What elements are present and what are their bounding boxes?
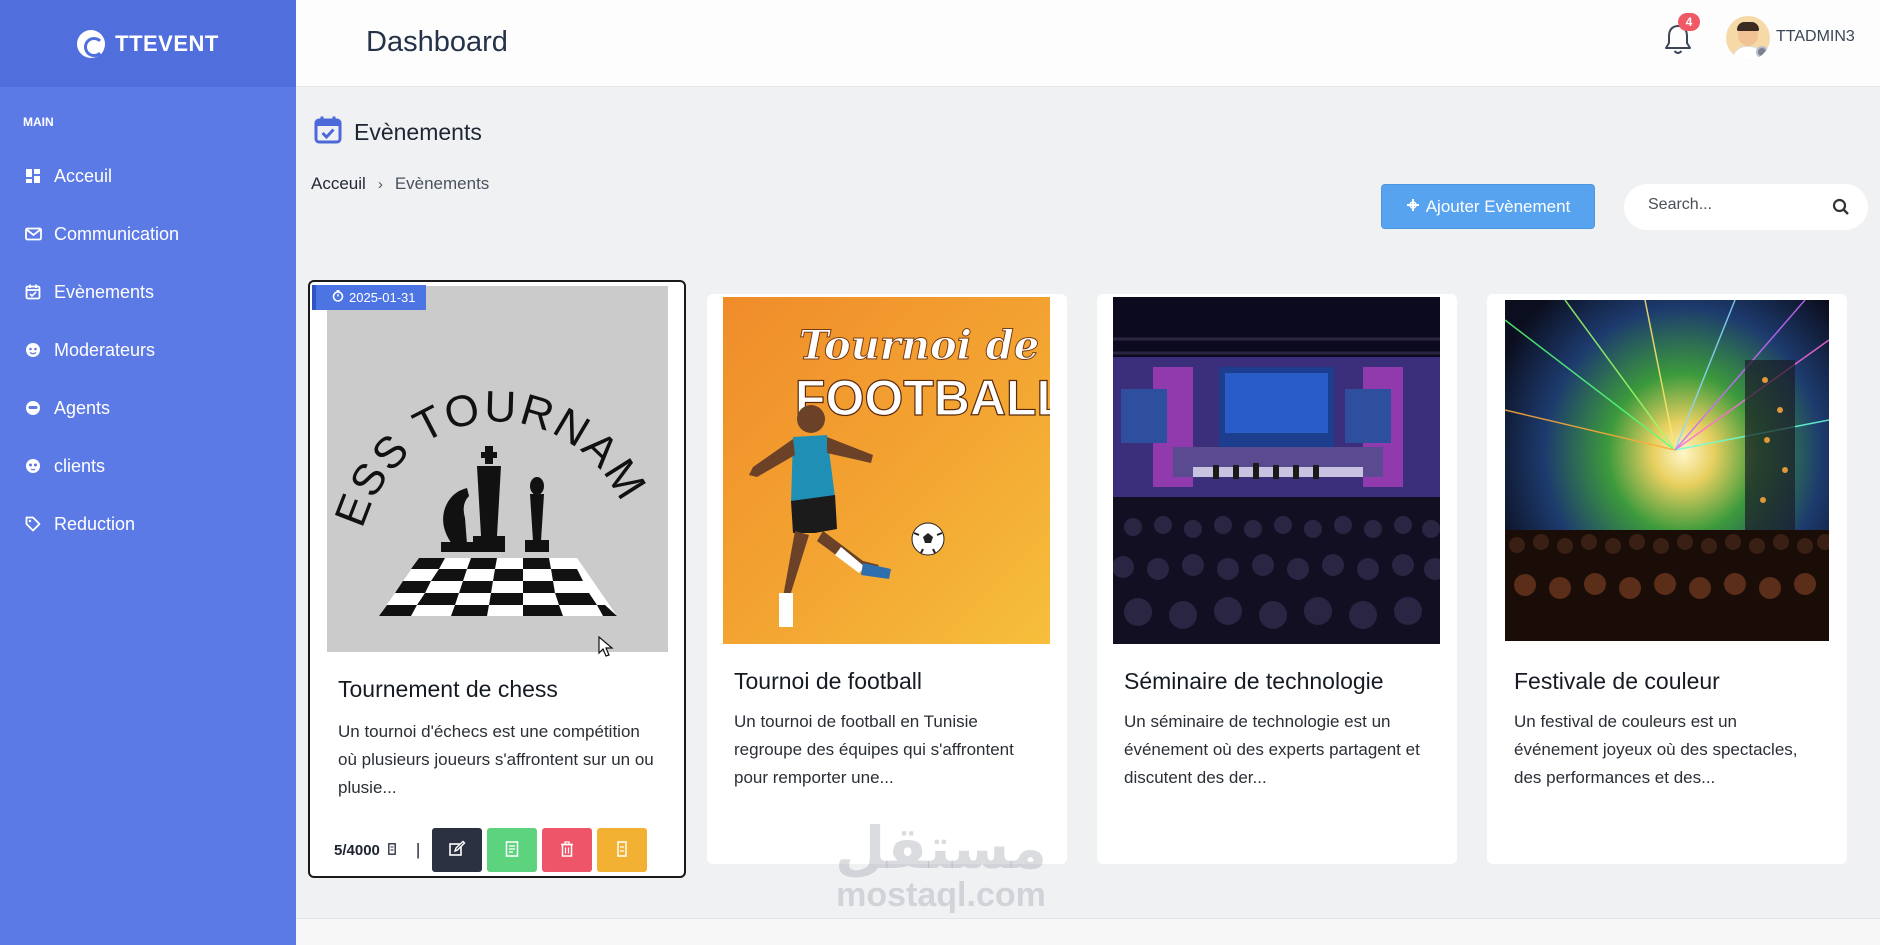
search-box bbox=[1624, 184, 1868, 230]
brand[interactable]: TTEVENT bbox=[0, 0, 296, 87]
calendar-check-icon bbox=[314, 115, 342, 150]
view-details-button[interactable] bbox=[487, 828, 538, 872]
clock-icon bbox=[332, 290, 344, 305]
add-event-label: Ajouter Evènement bbox=[1425, 196, 1571, 216]
settings-gear-icon bbox=[1756, 46, 1768, 58]
event-date-badge: 2025-01-31 bbox=[312, 285, 426, 310]
sidebar-item-moderateurs[interactable]: Moderateurs bbox=[0, 321, 296, 379]
event-title: Séminaire de technologie bbox=[1124, 668, 1384, 694]
event-date: 2025-01-31 bbox=[349, 290, 416, 305]
section-title: Evènements bbox=[354, 119, 482, 145]
event-card[interactable]: Tournoi de FOOTBALL Tournoi de football … bbox=[707, 294, 1067, 864]
content-title-row: Evènements bbox=[314, 115, 482, 150]
sidebar-item-label: Agents bbox=[54, 397, 111, 418]
user-name[interactable]: TTADMIN3 bbox=[1776, 28, 1855, 46]
dashboard-icon bbox=[24, 167, 42, 185]
sidebar-item-label: Communication bbox=[54, 223, 180, 244]
breadcrumb-current: Evènements bbox=[394, 174, 490, 193]
breadcrumb-home-link[interactable]: Acceuil bbox=[311, 174, 366, 194]
event-image-festival bbox=[1505, 300, 1829, 641]
tag-icon bbox=[24, 515, 42, 533]
event-card[interactable]: CHESS TOURNAMENT bbox=[308, 280, 686, 878]
sidebar-item-agents[interactable]: Agents bbox=[0, 379, 296, 437]
client-icon bbox=[24, 457, 42, 475]
sidebar-item-label: Acceuil bbox=[54, 165, 113, 186]
tickets-button[interactable] bbox=[597, 828, 648, 872]
breadcrumb: Acceuil › Evènements bbox=[311, 174, 489, 194]
page-footer bbox=[296, 918, 1880, 945]
event-description: Un tournoi de football en Tunisie regrou… bbox=[734, 712, 1014, 787]
event-image-chess: CHESS TOURNAMENT bbox=[327, 286, 668, 652]
football-image-text-2: FOOTBALL bbox=[795, 370, 1050, 426]
event-title: Festivale de couleur bbox=[1514, 668, 1720, 694]
event-title: Tournement de chess bbox=[338, 676, 558, 702]
watermark: مستقل mostaql.com bbox=[826, 818, 1056, 912]
event-card[interactable]: Festivale de couleur Un festival de coul… bbox=[1487, 294, 1847, 864]
notification-badge: 4 bbox=[1678, 13, 1700, 31]
event-description: Un festival de couleurs est un événement… bbox=[1514, 712, 1798, 787]
footer-divider: | bbox=[415, 840, 421, 859]
agent-icon bbox=[24, 399, 42, 417]
sidebar-item-clients[interactable]: clients bbox=[0, 437, 296, 495]
trash-icon bbox=[560, 840, 574, 860]
sidebar-item-reduction[interactable]: Reduction bbox=[0, 495, 296, 553]
sidebar-item-label: clients bbox=[54, 455, 106, 476]
add-event-button[interactable]: Ajouter Evènement bbox=[1381, 184, 1595, 229]
search-input[interactable] bbox=[1648, 196, 1828, 214]
avatar[interactable] bbox=[1726, 16, 1770, 60]
edit-icon bbox=[448, 840, 466, 861]
sidebar-section-label: MAIN bbox=[23, 115, 54, 129]
moderator-icon bbox=[24, 341, 42, 359]
event-image-football: Tournoi de FOOTBALL bbox=[723, 297, 1050, 644]
participant-count: 5/4000 bbox=[334, 842, 396, 859]
sidebar-menu: Acceuil Communication Evènements Moderat… bbox=[0, 147, 296, 553]
ticket-icon bbox=[617, 840, 628, 860]
ticket-icon bbox=[388, 842, 396, 859]
event-card-footer: 5/4000 | bbox=[334, 828, 652, 872]
sidebar-item-acceuil[interactable]: Acceuil bbox=[0, 147, 296, 205]
brand-logo-icon bbox=[77, 29, 106, 58]
sidebar-item-label: Reduction bbox=[54, 513, 136, 534]
sidebar-item-communication[interactable]: Communication bbox=[0, 205, 296, 263]
delete-event-button[interactable] bbox=[542, 828, 593, 872]
participant-count-value: 5/4000 bbox=[334, 841, 380, 859]
event-description: Un séminaire de technologie est un événe… bbox=[1124, 712, 1420, 787]
watermark-latin: mostaql.com bbox=[836, 876, 1046, 914]
mail-icon bbox=[24, 225, 42, 243]
event-description: Un tournoi d'échecs est une compétition … bbox=[338, 722, 654, 797]
sidebar: TTEVENT MAIN Acceuil Communication Evène… bbox=[0, 0, 296, 945]
sidebar-item-label: Evènements bbox=[54, 281, 155, 302]
sidebar-item-evenements[interactable]: Evènements bbox=[0, 263, 296, 321]
sidebar-item-label: Moderateurs bbox=[54, 339, 156, 360]
breadcrumb-separator: › bbox=[377, 175, 383, 193]
edit-event-button[interactable] bbox=[432, 828, 483, 872]
event-image-seminar bbox=[1113, 297, 1440, 644]
document-icon bbox=[505, 840, 519, 860]
page-title: Dashboard bbox=[366, 26, 508, 58]
top-header: Dashboard 4 TTADMIN3 bbox=[296, 0, 1880, 87]
plus-icon bbox=[1406, 197, 1420, 217]
football-image-text-1: Tournoi de bbox=[799, 322, 1039, 369]
watermark-arabic: مستقل bbox=[834, 814, 1048, 882]
mouse-cursor-icon bbox=[598, 635, 614, 663]
event-card[interactable]: Séminaire de technologie Un séminaire de… bbox=[1097, 294, 1457, 864]
brand-name: TTEVENT bbox=[115, 30, 219, 56]
search-icon[interactable] bbox=[1832, 198, 1850, 216]
calendar-check-icon bbox=[24, 283, 42, 301]
event-title: Tournoi de football bbox=[734, 668, 922, 694]
